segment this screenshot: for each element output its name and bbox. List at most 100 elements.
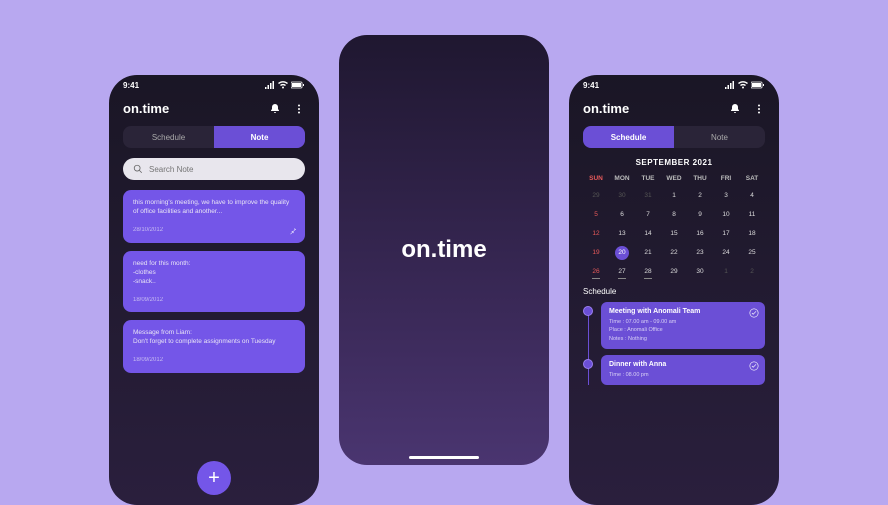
note-text: Message from Liam: Don't forget to compl… [133, 328, 295, 346]
bell-icon[interactable] [269, 103, 281, 115]
event-card[interactable]: Dinner with Anna Time : 08.00 pm [601, 355, 765, 385]
wifi-icon [738, 81, 748, 89]
calendar-dow: SUN [583, 175, 609, 182]
calendar-day[interactable]: 14 [635, 228, 661, 239]
calendar-dow: TUE [635, 175, 661, 182]
calendar-dow: FRI [713, 175, 739, 182]
calendar-day[interactable]: 3 [713, 190, 739, 201]
app-title: on.time [583, 101, 629, 116]
note-card[interactable]: this morning's meeting, we have to impro… [123, 190, 305, 243]
calendar-day[interactable]: 15 [661, 228, 687, 239]
note-card[interactable]: need for this month: -clothes -snack.. 1… [123, 251, 305, 313]
bell-icon[interactable] [729, 103, 741, 115]
search-input[interactable] [149, 165, 295, 174]
calendar-day[interactable]: 13 [609, 228, 635, 239]
battery-icon [751, 81, 765, 89]
phone-notes-screen: 9:41 on.time Schedule Note this morning'… [109, 75, 319, 505]
calendar-day[interactable]: 26 [583, 266, 609, 277]
tab-note[interactable]: Note [214, 126, 305, 148]
check-icon[interactable] [749, 308, 759, 318]
note-card[interactable]: Message from Liam: Don't forget to compl… [123, 320, 305, 373]
note-date: 28/10/2012 [133, 226, 295, 234]
event-title: Meeting with Anomali Team [609, 308, 757, 315]
calendar-day[interactable]: 21 [635, 247, 661, 258]
tabs: Schedule Note [583, 126, 765, 148]
calendar-day[interactable]: 6 [609, 209, 635, 220]
schedule-timeline: Meeting with Anomali Team Time : 07.00 a… [583, 302, 765, 385]
calendar-day[interactable]: 8 [661, 209, 687, 220]
phone-splash-screen: on.time [339, 35, 549, 465]
calendar-day[interactable]: 12 [583, 228, 609, 239]
tab-schedule[interactable]: Schedule [123, 126, 214, 148]
add-note-button[interactable]: + [197, 461, 231, 495]
calendar-day[interactable]: 24 [713, 247, 739, 258]
tab-note[interactable]: Note [674, 126, 765, 148]
note-date: 18/09/2012 [133, 296, 295, 304]
calendar-day[interactable]: 27 [609, 266, 635, 277]
event-title: Dinner with Anna [609, 361, 757, 368]
event-card[interactable]: Meeting with Anomali Team Time : 07.00 a… [601, 302, 765, 349]
calendar-day[interactable]: 30 [609, 190, 635, 201]
app-title: on.time [123, 101, 169, 116]
pin-icon [289, 227, 297, 235]
calendar-day[interactable]: 29 [661, 266, 687, 277]
calendar-day[interactable]: 1 [661, 190, 687, 201]
tab-schedule[interactable]: Schedule [583, 126, 674, 148]
app-header: on.time [109, 95, 319, 126]
calendar-day[interactable]: 29 [583, 190, 609, 201]
check-icon[interactable] [749, 361, 759, 371]
app-header: on.time [569, 95, 779, 126]
event-detail-row: Time : 08.00 pm [609, 371, 757, 379]
calendar-day[interactable]: 19 [583, 247, 609, 258]
search-box[interactable] [123, 158, 305, 180]
calendar-day[interactable]: 31 [635, 190, 661, 201]
calendar-month-title: SEPTEMBER 2021 [569, 158, 779, 167]
splash-title: on.time [401, 236, 486, 264]
calendar-day[interactable]: 10 [713, 209, 739, 220]
calendar-day[interactable]: 20 [609, 247, 635, 258]
status-icons [725, 81, 765, 89]
schedule-section-label: Schedule [583, 287, 765, 296]
calendar-day[interactable]: 30 [687, 266, 713, 277]
home-indicator[interactable] [409, 456, 479, 459]
event-detail-row: Place : Anomali Office [609, 326, 757, 334]
calendar-day[interactable]: 9 [687, 209, 713, 220]
note-text: need for this month: -clothes -snack.. [133, 259, 295, 286]
calendar-day[interactable]: 18 [739, 228, 765, 239]
more-icon[interactable] [753, 103, 765, 115]
battery-icon [291, 81, 305, 89]
calendar-dow: MON [609, 175, 635, 182]
calendar-day[interactable]: 2 [687, 190, 713, 201]
status-icons [265, 81, 305, 89]
calendar-day[interactable]: 5 [583, 209, 609, 220]
signal-icon [725, 81, 735, 89]
status-bar: 9:41 [109, 75, 319, 95]
note-text: this morning's meeting, we have to impro… [133, 198, 295, 216]
wifi-icon [278, 81, 288, 89]
note-date: 18/09/2012 [133, 356, 295, 364]
calendar-day[interactable]: 7 [635, 209, 661, 220]
calendar-day[interactable]: 1 [713, 266, 739, 277]
calendar-day[interactable]: 4 [739, 190, 765, 201]
search-icon [133, 164, 143, 174]
event-detail-row: Time : 07.00 am - 09.00 am [609, 318, 757, 326]
calendar-day[interactable]: 23 [687, 247, 713, 258]
status-time: 9:41 [123, 81, 139, 90]
tabs: Schedule Note [123, 126, 305, 148]
calendar-day[interactable]: 25 [739, 247, 765, 258]
status-time: 9:41 [583, 81, 599, 90]
calendar-day[interactable]: 17 [713, 228, 739, 239]
calendar-dow: SAT [739, 175, 765, 182]
calendar-day[interactable]: 28 [635, 266, 661, 277]
more-icon[interactable] [293, 103, 305, 115]
calendar-day[interactable]: 2 [739, 266, 765, 277]
status-bar: 9:41 [569, 75, 779, 95]
event-detail-row: Notes : Nothing [609, 335, 757, 343]
calendar-dow: WED [661, 175, 687, 182]
calendar-dow: THU [687, 175, 713, 182]
calendar-day[interactable]: 11 [739, 209, 765, 220]
calendar-grid: SUNMONTUEWEDTHUFRISAT 293031123456789101… [583, 175, 765, 277]
calendar-day[interactable]: 22 [661, 247, 687, 258]
signal-icon [265, 81, 275, 89]
calendar-day[interactable]: 16 [687, 228, 713, 239]
